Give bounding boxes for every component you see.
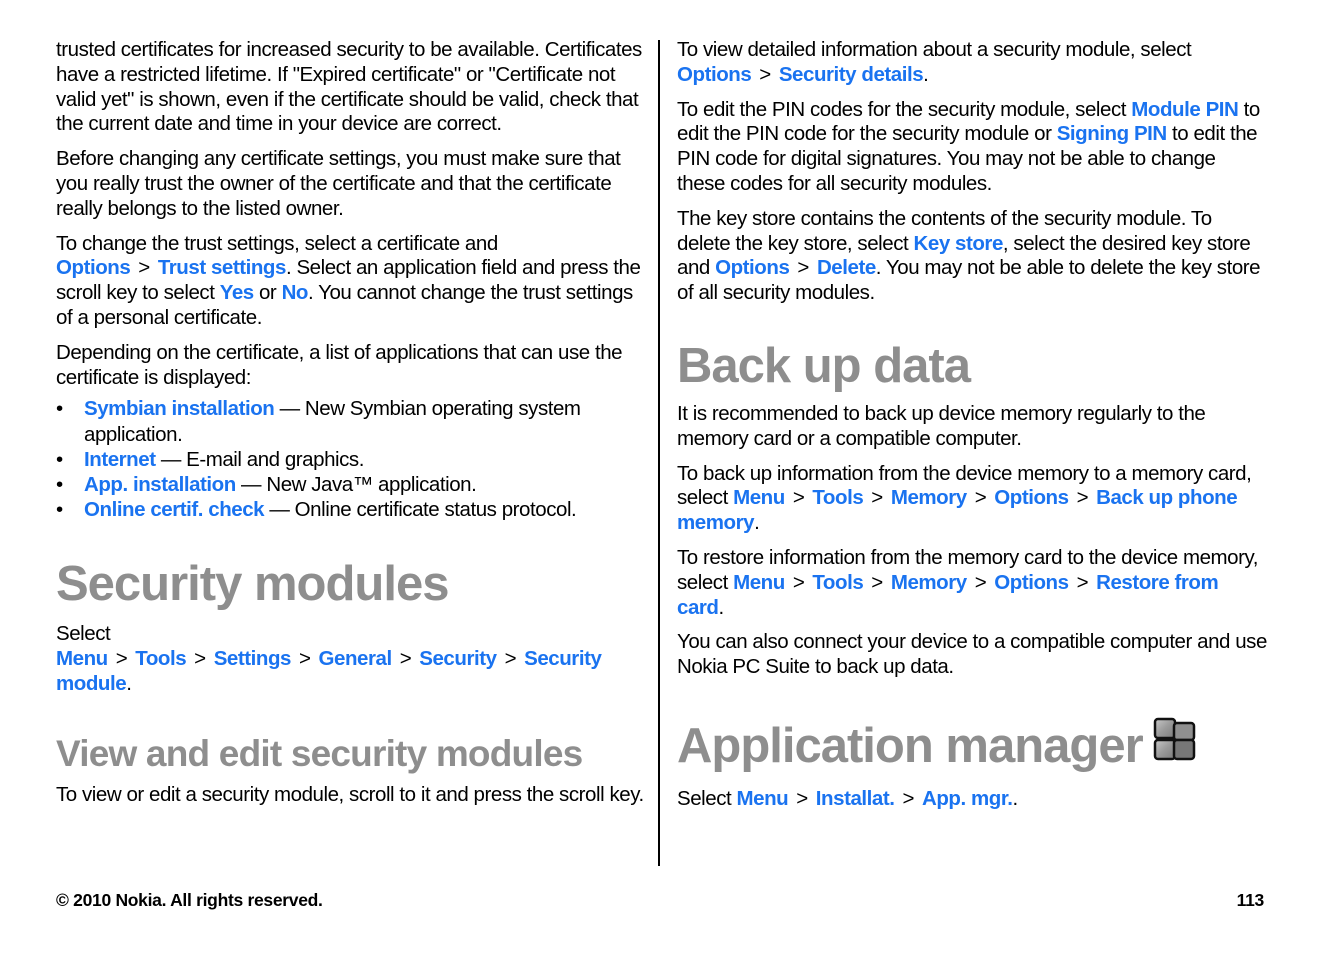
heading-text: Application manager (677, 718, 1144, 773)
tools-link[interactable]: Tools (135, 647, 186, 670)
bullet: • (56, 397, 63, 421)
path-separator: > (194, 647, 206, 671)
text: . (923, 62, 929, 86)
key-store-paragraph: The key store contains the contents of t… (677, 207, 1267, 306)
path-separator: > (298, 647, 311, 671)
applications-intro-paragraph: Depending on the certificate, a list of … (56, 340, 623, 389)
path-separator: > (1076, 486, 1089, 510)
security-modules-path: Select Menu > Tools > Settings > General > Secur… (56, 622, 646, 696)
back-up-data-heading: Back up data (677, 338, 971, 393)
path-separator: > (504, 647, 517, 671)
online-certif-check-link[interactable]: Online certif. check (84, 498, 265, 521)
security-details-paragraph: To view detailed information about a sec… (677, 38, 1267, 88)
signing-pin-link[interactable]: Signing PIN (1057, 122, 1168, 145)
yes-link[interactable]: Yes (220, 281, 254, 304)
options-link[interactable]: Options (994, 486, 1069, 509)
column-divider (658, 40, 660, 866)
list-item: • App. installation — New Java™ applicati… (56, 472, 646, 497)
module-pin-link[interactable]: Module PIN (1131, 98, 1239, 121)
menu-link[interactable]: Menu (56, 647, 108, 670)
installat-link[interactable]: Installat. (816, 787, 895, 810)
text: To view detailed information about a sec… (677, 38, 1192, 61)
general-link[interactable]: General (319, 647, 393, 670)
item-description: — Online certificate status protocol. (264, 498, 577, 522)
text: or (253, 281, 282, 305)
item-description: — E-mail and graphics. (155, 447, 365, 471)
text: To change the trust settings, select a c… (56, 231, 498, 255)
path-separator: > (796, 787, 808, 810)
text: . (718, 595, 725, 619)
trust-settings-paragraph: To change the trust settings, select a c… (56, 232, 646, 331)
menu-link[interactable]: Menu (733, 571, 785, 594)
no-link[interactable]: No (282, 281, 309, 304)
app-mgr-link[interactable]: App. mgr. (922, 787, 1013, 810)
options-link[interactable]: Options (56, 256, 131, 279)
path-separator: > (871, 570, 883, 594)
text: To edit the PIN codes for the security m… (677, 97, 1132, 121)
view-edit-heading: View and edit security modules (56, 732, 583, 774)
list-item: • Symbian installation — New Symbian oper… (56, 396, 646, 446)
right-column: To view detailed information about a sec… (677, 38, 1267, 822)
list-item: • Online certif. check — Online certifica… (56, 497, 646, 522)
options-link[interactable]: Options (677, 63, 752, 86)
options-link[interactable]: Options (715, 256, 790, 279)
list-item: • Internet — E-mail and graphics. (56, 447, 646, 472)
left-column: trusted certificates for increased secur… (56, 38, 646, 818)
trust-settings-link[interactable]: Trust settings (158, 256, 287, 279)
memory-link[interactable]: Memory (891, 486, 967, 509)
text: . (126, 671, 132, 695)
restore-paragraph: To restore information from the memory c… (677, 546, 1267, 620)
application-manager-heading: Application manager (677, 716, 1267, 779)
path-separator: > (902, 787, 914, 810)
path-separator: > (138, 256, 150, 280)
app-manager-path: Select Menu > Installat. > App. mgr.. (677, 787, 1267, 812)
path-separator: > (792, 486, 805, 510)
path-separator: > (792, 570, 805, 594)
tools-link[interactable]: Tools (812, 486, 863, 509)
path-separator: > (399, 647, 412, 671)
bullet: • (56, 498, 63, 522)
path-separator: > (974, 486, 987, 510)
security-details-link[interactable]: Security details (779, 63, 924, 86)
delete-link[interactable]: Delete (817, 256, 876, 279)
menu-link[interactable]: Menu (737, 787, 789, 810)
text: . (1012, 787, 1018, 810)
options-link[interactable]: Options (994, 571, 1069, 594)
certificate-warning-paragraph: Before changing any certificate settings… (56, 147, 621, 220)
security-modules-heading: Security modules (56, 557, 449, 612)
pc-suite-paragraph: You can also connect your device to a co… (677, 630, 1267, 679)
app-installation-link[interactable]: App. installation (84, 473, 236, 496)
backup-paragraph: To back up information from the device m… (677, 462, 1267, 536)
bullet: • (56, 447, 63, 471)
menu-link[interactable]: Menu (733, 486, 785, 509)
path-separator: > (974, 570, 987, 594)
key-store-link[interactable]: Key store (914, 232, 1004, 255)
text: Select (56, 622, 111, 646)
page-number: 113 (1236, 890, 1265, 910)
text: . (754, 511, 760, 535)
path-separator: > (1076, 570, 1089, 594)
backup-intro-paragraph: It is recommended to back up device memo… (677, 401, 1206, 450)
bullet: • (56, 472, 63, 496)
text: Select (677, 787, 737, 810)
path-separator: > (871, 486, 883, 510)
application-manager-icon (1153, 715, 1197, 775)
path-separator: > (115, 647, 128, 671)
path-separator: > (759, 62, 771, 86)
security-link[interactable]: Security (419, 647, 497, 670)
internet-link[interactable]: Internet (84, 448, 156, 471)
path-separator: > (797, 256, 809, 280)
view-edit-paragraph: To view or edit a security module, scrol… (56, 782, 644, 806)
footer-copyright: © 2010 Nokia. All rights reserved. (56, 890, 323, 910)
symbian-installation-link[interactable]: Symbian installation (84, 397, 275, 420)
certificate-intro-paragraph: trusted certificates for increased secur… (56, 38, 642, 136)
pin-codes-paragraph: To edit the PIN codes for the security m… (677, 98, 1267, 197)
memory-link[interactable]: Memory (891, 571, 967, 594)
settings-link[interactable]: Settings (214, 647, 292, 670)
applications-list: • Symbian installation — New Symbian oper… (56, 396, 646, 522)
item-description: — New Java™ application. (235, 472, 477, 496)
tools-link[interactable]: Tools (812, 571, 863, 594)
